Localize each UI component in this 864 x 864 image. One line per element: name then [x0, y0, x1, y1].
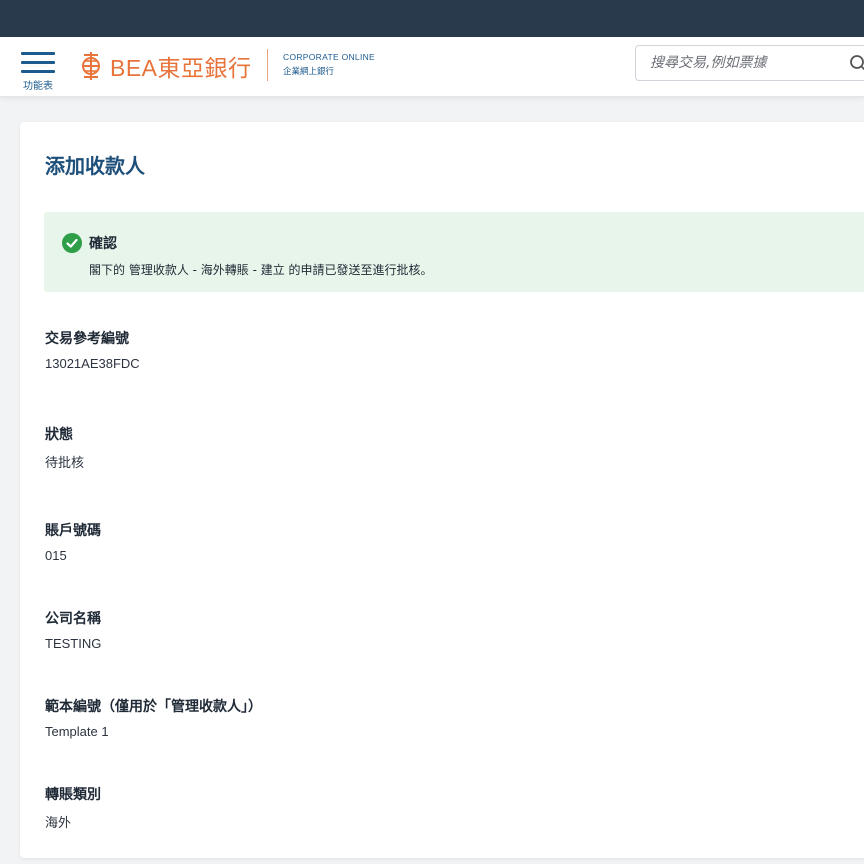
corporate-online-label: CORPORATE ONLINE 企業網上銀行 [283, 52, 375, 77]
field-label: 轉賬類別 [45, 787, 101, 803]
field-value: 015 [45, 548, 67, 563]
corporate-online-zh: 企業網上銀行 [283, 67, 335, 77]
field-label: 交易參考編號 [45, 331, 129, 347]
field-company-name: 公司名稱 TESTING [45, 608, 101, 651]
menu-label: 功能表 [23, 81, 53, 92]
field-label: 賬戶號碼 [45, 523, 101, 539]
field-label: 範本編號（僅用於「管理收款人」） [45, 699, 262, 715]
logo-divider [267, 49, 268, 81]
field-template-number: 範本編號（僅用於「管理收款人」） Template 1 [45, 696, 262, 739]
bea-logo[interactable]: BEA東亞銀行 [80, 49, 252, 83]
field-reference-number: 交易參考編號 13021AE38FDC [45, 328, 140, 371]
field-account-number: 賬戶號碼 015 [45, 520, 101, 563]
page-title: 添加收款人 [45, 154, 145, 178]
search-input[interactable] [648, 54, 842, 72]
menu-button[interactable]: 功能表 [18, 49, 58, 92]
field-value: TESTING [45, 636, 102, 651]
search-box[interactable] [635, 45, 864, 81]
field-status: 狀態 待批核 [45, 424, 84, 471]
field-value: Template 1 [45, 724, 109, 739]
alert-title: 確認 [89, 236, 117, 252]
confirmation-alert: 確認 閣下的 管理收款人 - 海外轉賬 - 建立 的申請已發送至進行批核。 [44, 212, 864, 292]
bea-logo-icon [82, 52, 100, 80]
header: 功能表 BEA東亞銀行 CORPORATE ONLINE 企業網上銀行 [0, 37, 864, 97]
field-label: 公司名稱 [45, 611, 101, 627]
corporate-online-en: CORPORATE ONLINE [283, 52, 376, 62]
alert-message: 閣下的 管理收款人 - 海外轉賬 - 建立 的申請已發送至進行批核。 [89, 263, 433, 277]
field-transfer-type: 轉賬類別 海外 [45, 784, 101, 831]
field-value: 海外 [45, 815, 72, 830]
content-card: 添加收款人 確認 閣下的 管理收款人 - 海外轉賬 - 建立 的申請已發送至進行… [20, 122, 864, 858]
check-circle-icon [62, 233, 82, 253]
hamburger-icon [18, 49, 58, 73]
field-label: 狀態 [45, 427, 73, 443]
field-value: 13021AE38FDC [45, 356, 140, 371]
search-icon[interactable] [849, 54, 864, 74]
field-value: 待批核 [45, 455, 85, 470]
top-bar [0, 0, 864, 37]
brand-name: BEA東亞銀行 [110, 55, 252, 81]
